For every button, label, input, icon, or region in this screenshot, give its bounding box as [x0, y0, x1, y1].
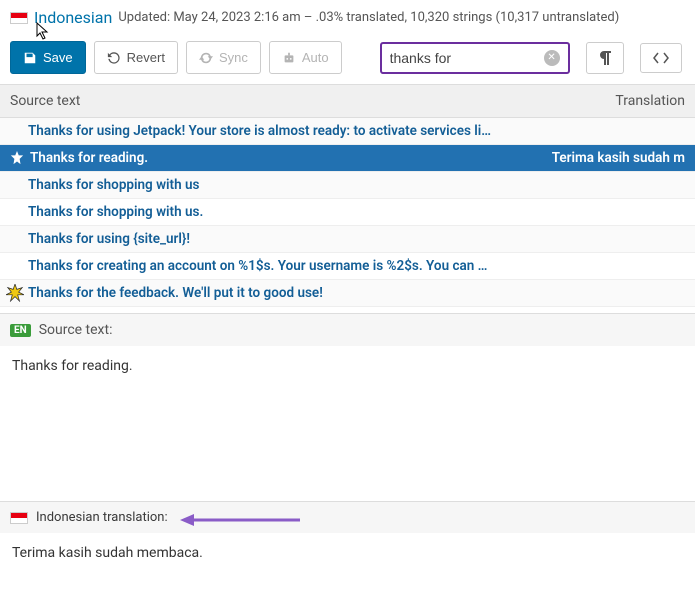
table-row[interactable]: Thanks for reading. Terima kasih sudah m — [0, 145, 695, 172]
search-input[interactable] — [390, 50, 530, 66]
col-translation: Translation — [615, 93, 685, 109]
table-row[interactable]: Thanks for shopping with us — [0, 172, 695, 199]
burst-icon — [6, 284, 24, 302]
update-meta: Updated: May 24, 2023 2:16 am – .03% tra… — [118, 10, 619, 25]
sync-label: Sync — [219, 50, 248, 65]
search-container: ✕ — [380, 42, 570, 74]
row-source: Thanks for creating an account on %1$s. … — [28, 258, 487, 274]
source-panel-label: Source text: — [39, 322, 113, 338]
revert-icon — [107, 51, 121, 65]
row-source: Thanks for shopping with us — [28, 177, 199, 193]
row-source: Thanks for shopping with us. — [28, 204, 203, 220]
en-badge: EN — [10, 324, 31, 337]
robot-icon — [282, 51, 296, 65]
pilcrow-icon — [599, 51, 611, 65]
table-header: Source text Translation — [0, 84, 695, 118]
table-row[interactable]: Thanks for shopping with us. — [0, 199, 695, 226]
sync-button[interactable]: Sync — [186, 41, 261, 74]
translation-panel-label: Indonesian translation: — [36, 510, 168, 525]
code-button[interactable] — [640, 43, 682, 73]
revert-label: Revert — [127, 50, 165, 65]
table-row[interactable]: Thanks for using Jetpack! Your store is … — [0, 118, 695, 145]
translation-text-body[interactable]: Terima kasih sudah membaca. — [0, 533, 695, 573]
table-row[interactable]: Thanks for using {site_url}! — [0, 226, 695, 253]
revert-button[interactable]: Revert — [94, 41, 178, 74]
row-source: Thanks for reading. — [30, 150, 148, 166]
star-icon — [10, 151, 24, 165]
source-text-body: Thanks for reading. — [0, 346, 695, 501]
language-header: Indonesian Updated: May 24, 2023 2:16 am… — [0, 0, 695, 31]
auto-label: Auto — [302, 50, 329, 65]
save-icon — [23, 51, 37, 65]
col-source-text: Source text — [10, 93, 80, 109]
clear-search-icon[interactable]: ✕ — [544, 50, 560, 66]
table-row[interactable]: Thanks for creating an account on %1$s. … — [0, 253, 695, 280]
translation-panel-header: Indonesian translation: — [0, 501, 695, 533]
row-source: Thanks for using Jetpack! Your store is … — [28, 123, 491, 139]
toolbar: Save Revert Sync Auto ✕ — [0, 31, 695, 84]
flag-indonesia-icon — [10, 12, 28, 24]
language-name[interactable]: Indonesian — [34, 8, 112, 27]
save-label: Save — [43, 50, 73, 65]
string-rows: Thanks for using Jetpack! Your store is … — [0, 118, 695, 307]
table-row[interactable]: Thanks for the feedback. We'll put it to… — [0, 280, 695, 307]
sync-icon — [199, 51, 213, 65]
code-icon — [653, 52, 669, 64]
row-source: Thanks for the feedback. We'll put it to… — [28, 285, 323, 301]
auto-button[interactable]: Auto — [269, 41, 342, 74]
save-button[interactable]: Save — [10, 41, 86, 74]
row-translation: Terima kasih sudah m — [552, 150, 685, 166]
annotation-arrow-icon — [180, 510, 300, 530]
source-panel-header: EN Source text: — [0, 313, 695, 346]
row-source: Thanks for using {site_url}! — [28, 231, 190, 247]
flag-indonesia-icon — [10, 512, 28, 524]
pilcrow-button[interactable] — [586, 42, 624, 74]
